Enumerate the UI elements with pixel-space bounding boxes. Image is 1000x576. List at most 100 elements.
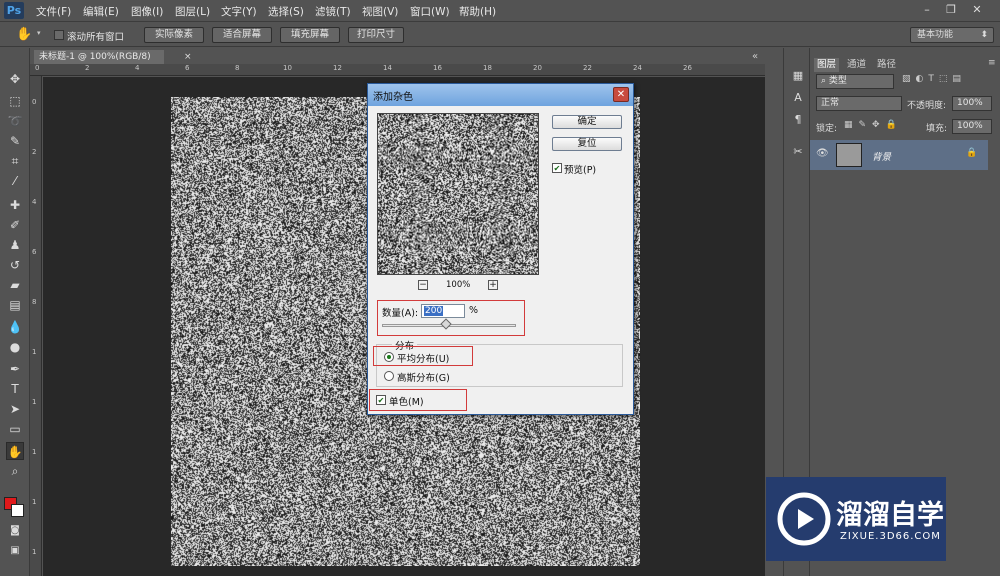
panel-menu-icon[interactable]: ≡ xyxy=(988,58,996,68)
screen-mode-icon[interactable]: ▣ xyxy=(6,542,24,560)
lasso-tool-icon[interactable]: ➰ xyxy=(6,112,24,130)
hand-tool-active-icon[interactable]: ✋ xyxy=(6,442,24,460)
layer-name: 背景 xyxy=(872,149,891,163)
fill-input[interactable]: 100% xyxy=(952,119,992,134)
tab-channels[interactable]: 通道 xyxy=(844,58,869,72)
hand-tool-icon[interactable]: ✋ xyxy=(16,27,32,42)
fill-screen-button[interactable]: 填充屏幕 xyxy=(280,27,340,43)
gaussian-radio[interactable] xyxy=(384,371,394,381)
paragraph-panel-icon[interactable]: ¶ xyxy=(790,112,806,128)
move-tool-icon[interactable]: ✥ xyxy=(6,70,24,88)
menu-select[interactable]: 选择(S) xyxy=(268,4,304,19)
panel-collapse-icon[interactable]: « xyxy=(752,51,758,62)
preview-checkbox[interactable]: ✔ xyxy=(552,163,562,173)
print-size-button[interactable]: 打印尺寸 xyxy=(348,27,404,43)
ruler-vertical: 0 2 4 6 8 1 1 1 1 1 xyxy=(30,76,42,576)
uniform-radio[interactable] xyxy=(384,352,394,362)
workspace-value: 基本功能 xyxy=(917,30,953,40)
mono-label: 单色(M) xyxy=(389,394,424,408)
brush-tool-icon[interactable]: ✐ xyxy=(6,216,24,234)
scroll-all-label: 滚动所有窗口 xyxy=(67,29,124,43)
pen-tool-icon[interactable]: ✒ xyxy=(6,360,24,378)
workspace-select[interactable]: 基本功能 ⬍ xyxy=(910,27,994,43)
preview-label: 预览(P) xyxy=(564,162,596,176)
watermark-url: ZIXUE.3D66.COM xyxy=(840,531,941,542)
marquee-tool-icon[interactable]: ⬚ xyxy=(6,92,24,110)
menu-layer[interactable]: 图层(L) xyxy=(175,4,210,19)
options-bar: ✋ ▾ 滚动所有窗口 实际像素 适合屏幕 填充屏幕 打印尺寸 基本功能 ⬍ xyxy=(0,23,1000,47)
menu-image[interactable]: 图像(I) xyxy=(131,4,163,19)
menu-file[interactable]: 文件(F) xyxy=(36,4,71,19)
zoom-tool-icon[interactable]: ⌕ xyxy=(6,462,24,480)
ruler-tick: 6 xyxy=(32,248,36,256)
amount-input[interactable]: 200 xyxy=(421,304,465,318)
menu-type[interactable]: 文字(Y) xyxy=(221,4,257,19)
close-tab-icon[interactable]: × xyxy=(184,50,196,64)
menu-filter[interactable]: 滤镜(T) xyxy=(315,4,351,19)
fit-screen-button[interactable]: 适合屏幕 xyxy=(212,27,272,43)
ruler-tick: 26 xyxy=(683,64,692,72)
opacity-label: 不透明度: xyxy=(907,98,946,111)
ruler-tick: 2 xyxy=(85,64,89,72)
blend-mode-select[interactable]: 正常 xyxy=(816,96,902,111)
filter-type-icons[interactable]: ▧◐T⬚▤ xyxy=(902,74,966,84)
ok-button[interactable]: 确定 xyxy=(552,115,622,129)
crop-tool-icon[interactable]: ⌗ xyxy=(6,152,24,170)
amount-value: 200 xyxy=(424,306,443,316)
zoom-level: 100% xyxy=(446,280,470,290)
dodge-tool-icon[interactable]: ● xyxy=(6,338,24,356)
scroll-all-checkbox[interactable] xyxy=(54,30,64,40)
dialog-close-icon[interactable]: ✕ xyxy=(613,87,629,102)
ruler-tick: 4 xyxy=(32,198,36,206)
actual-pixels-button[interactable]: 实际像素 xyxy=(144,27,204,43)
watermark-brand: 溜溜自学 xyxy=(836,493,944,532)
layer-row-background[interactable]: 👁 背景 🔒 xyxy=(810,140,988,170)
eyedropper-tool-icon[interactable]: ⁄ xyxy=(6,172,24,190)
menu-view[interactable]: 视图(V) xyxy=(362,4,398,19)
tab-paths[interactable]: 路径 xyxy=(874,58,899,72)
ruler-tick: 2 xyxy=(32,148,36,156)
ruler-tick: 20 xyxy=(533,64,542,72)
eraser-tool-icon[interactable]: ▰ xyxy=(6,276,24,294)
blur-tool-icon[interactable]: 💧 xyxy=(6,318,24,336)
layer-kind-filter[interactable]: ⌕ 类型 xyxy=(816,74,894,89)
close-window-icon[interactable]: ✕ xyxy=(970,3,984,17)
restore-icon[interactable]: ❐ xyxy=(944,3,958,17)
lock-icons[interactable]: ▦✎✥🔒 xyxy=(844,120,903,130)
zoom-out-button[interactable]: − xyxy=(418,280,428,290)
gradient-tool-icon[interactable]: ▤ xyxy=(6,296,24,314)
history-panel-icon[interactable]: ▦ xyxy=(790,68,806,84)
clone-stamp-tool-icon[interactable]: ♟ xyxy=(6,236,24,254)
lock-icon: 🔒 xyxy=(966,148,977,158)
mono-checkbox[interactable]: ✔ xyxy=(376,395,386,405)
character-panel-icon[interactable]: A xyxy=(790,90,806,106)
watermark-logo-icon xyxy=(776,491,832,547)
zoom-in-button[interactable]: + xyxy=(488,280,498,290)
tools-panel: ✥ ⬚ ➰ ✎ ⌗ ⁄ ✚ ✐ ♟ ↺ ▰ ▤ 💧 ● ✒ T ➤ ▭ ✋ ⌕ … xyxy=(0,48,30,576)
path-select-tool-icon[interactable]: ➤ xyxy=(6,400,24,418)
noise-preview[interactable] xyxy=(377,113,539,275)
dialog-titlebar[interactable]: 添加杂色 ✕ xyxy=(368,84,633,106)
tool-presets-icon[interactable]: ✂ xyxy=(790,144,806,160)
history-brush-tool-icon[interactable]: ↺ xyxy=(6,256,24,274)
quick-mask-icon[interactable]: ◙ xyxy=(6,522,24,540)
background-color-swatch[interactable] xyxy=(11,504,24,517)
reset-button[interactable]: 复位 xyxy=(552,137,622,151)
ruler-horizontal: 0 2 4 6 8 10 12 14 16 18 20 22 24 26 xyxy=(30,64,765,76)
quick-select-tool-icon[interactable]: ✎ xyxy=(6,132,24,150)
eye-icon[interactable]: 👁 xyxy=(816,148,829,159)
type-tool-icon[interactable]: T xyxy=(6,380,24,398)
ruler-tick: 22 xyxy=(583,64,592,72)
tab-layers[interactable]: 图层 xyxy=(814,58,839,72)
opacity-input[interactable]: 100% xyxy=(952,96,992,111)
minimize-icon[interactable]: – xyxy=(920,3,934,17)
document-tab[interactable]: 未标题-1 @ 100%(RGB/8) × xyxy=(34,50,164,64)
menu-edit[interactable]: 编辑(E) xyxy=(83,4,119,19)
shape-tool-icon[interactable]: ▭ xyxy=(6,420,24,438)
menu-window[interactable]: 窗口(W) xyxy=(410,4,450,19)
ruler-tick: 1 xyxy=(32,348,36,356)
gaussian-label: 高斯分布(G) xyxy=(397,370,450,384)
tool-preset-dropdown-icon[interactable]: ▾ xyxy=(37,29,41,37)
menu-help[interactable]: 帮助(H) xyxy=(459,4,496,19)
healing-brush-tool-icon[interactable]: ✚ xyxy=(6,196,24,214)
